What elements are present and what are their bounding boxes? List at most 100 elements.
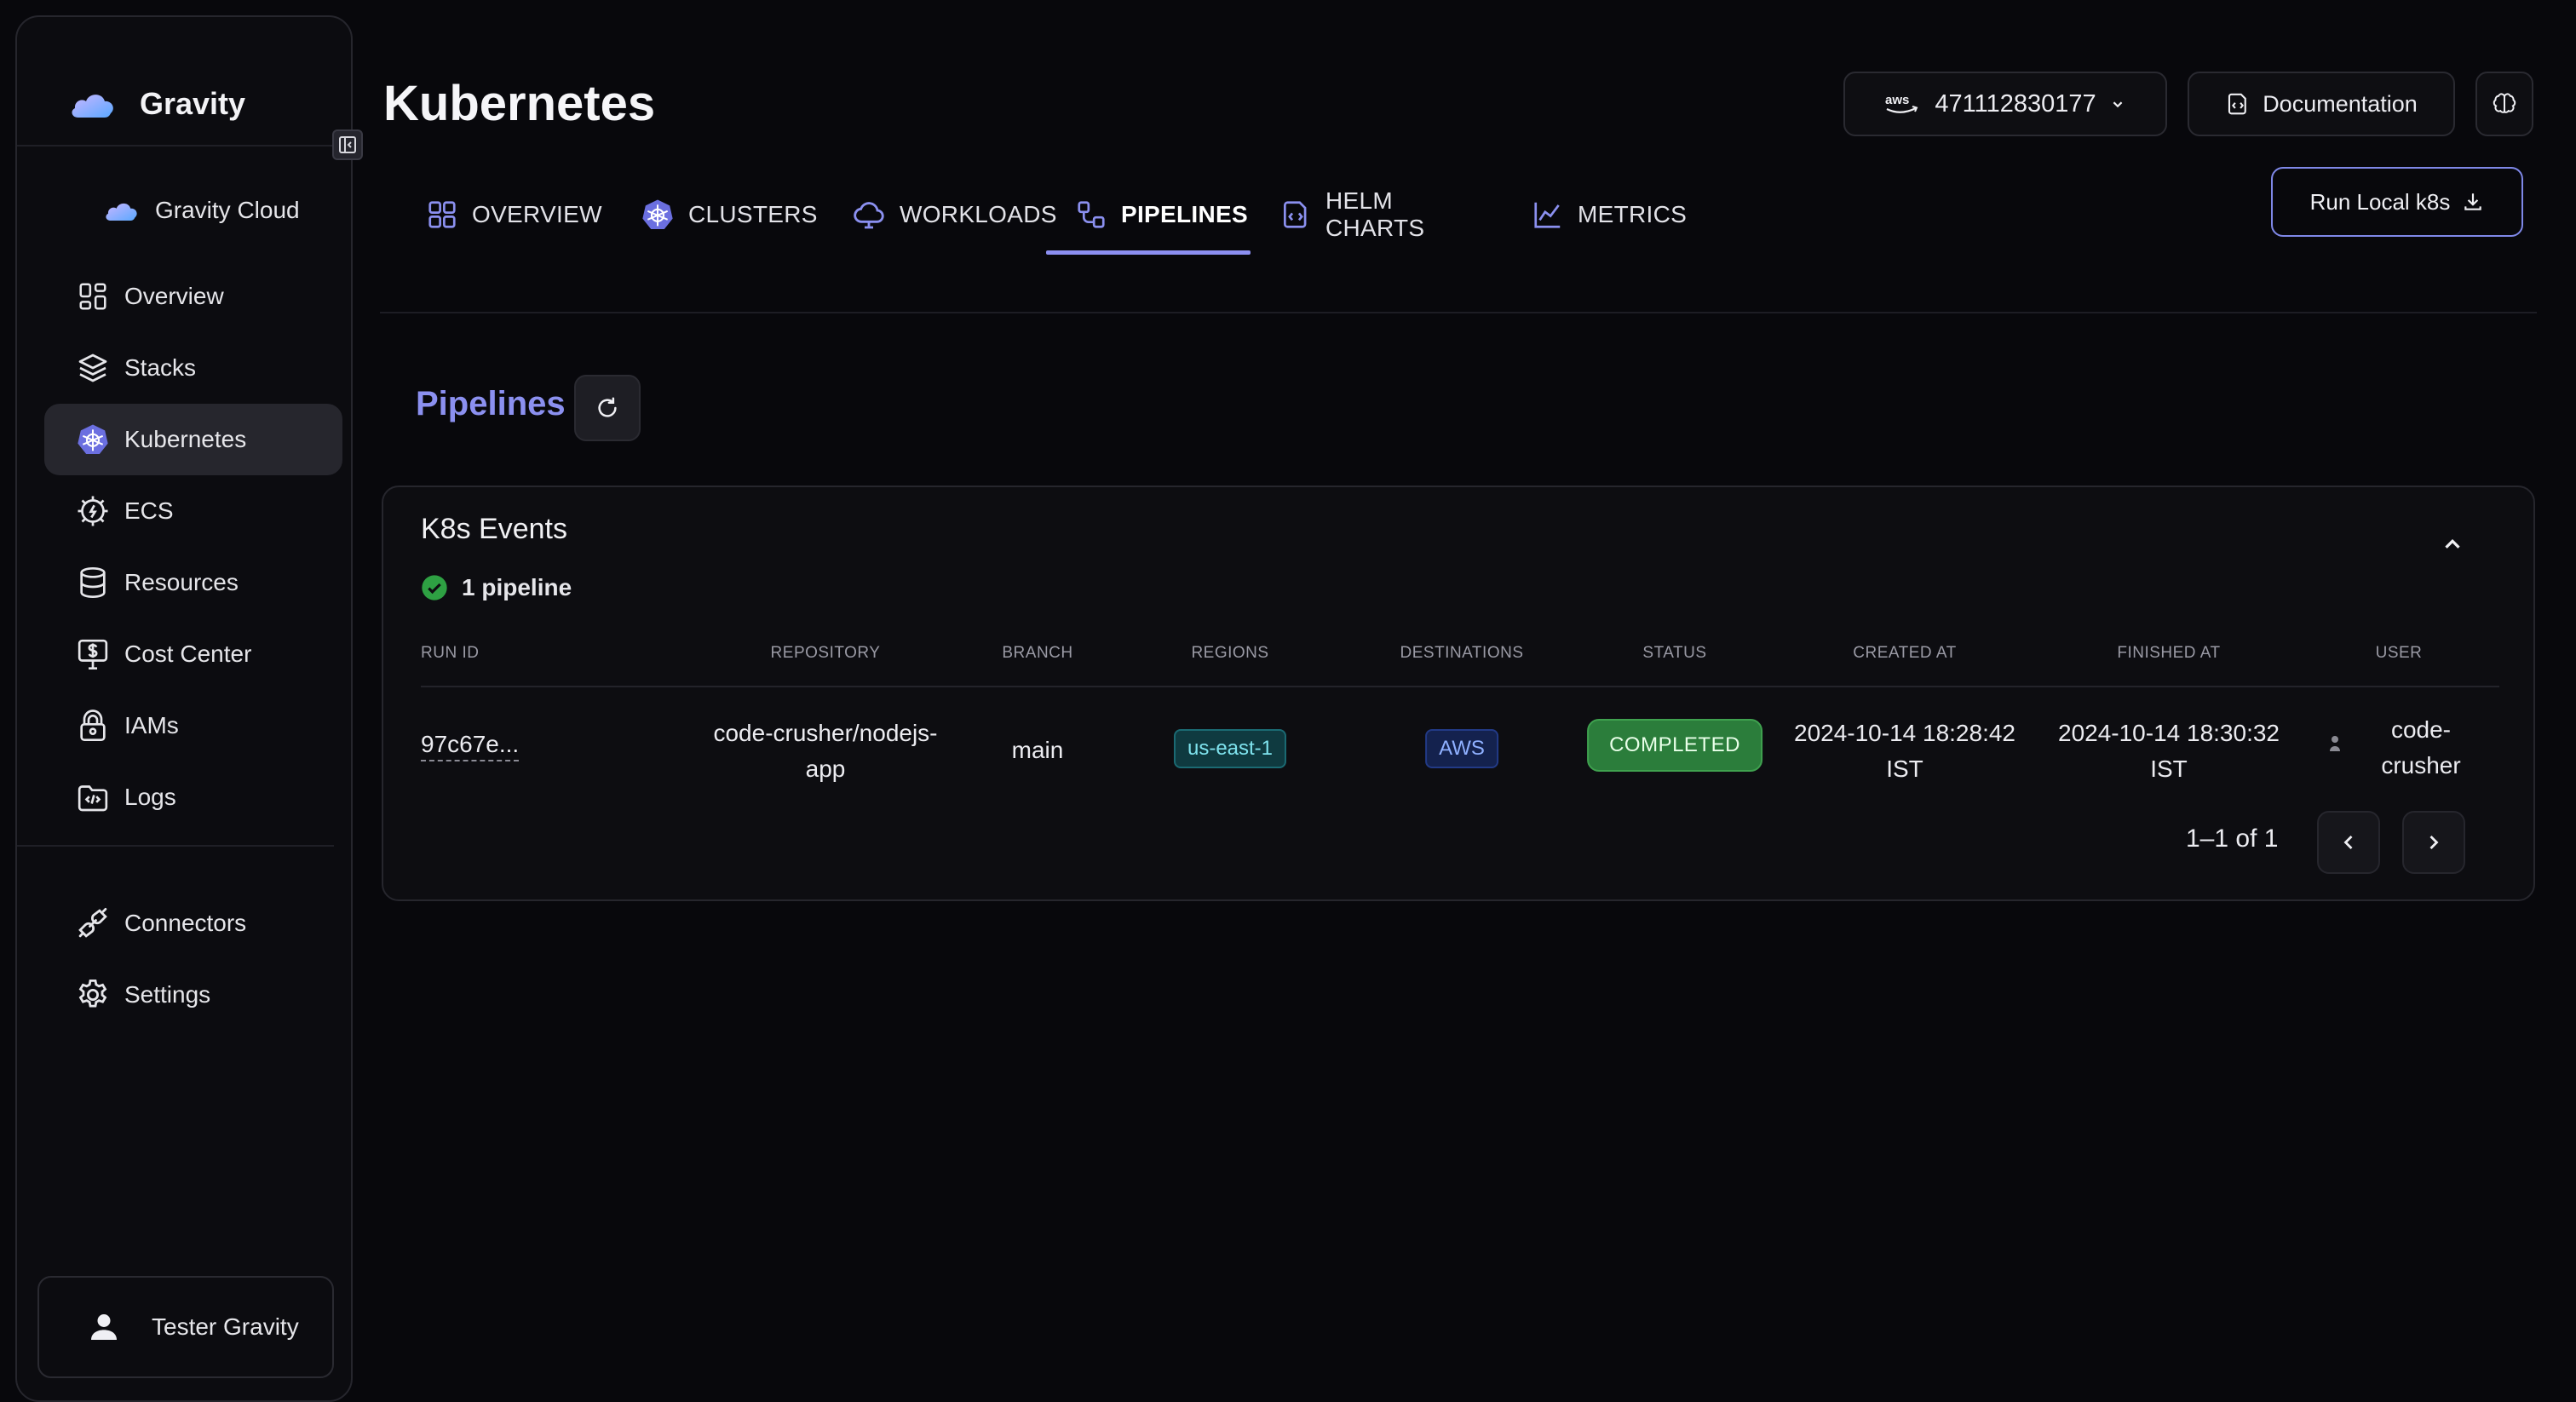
- sidebar-item-label: Logs: [124, 784, 176, 810]
- check-circle-icon: [421, 574, 448, 601]
- header-divider: [380, 312, 2537, 313]
- section-title: Pipelines: [416, 385, 566, 422]
- account-id: 471112830177: [1935, 89, 2096, 118]
- run-id-link[interactable]: 97c67e...: [421, 729, 520, 761]
- gravity-cloud-logo-icon: [68, 87, 116, 121]
- feedback-button[interactable]: [2475, 72, 2533, 136]
- workspace-cloud-icon: [102, 198, 140, 223]
- grid-icon: [426, 198, 458, 231]
- sidebar-nav: Overview Stacks Kubernetes ECS Resources: [44, 261, 342, 833]
- chevron-down-icon: [2108, 95, 2127, 113]
- tab-overview[interactable]: OVERVIEW: [407, 182, 622, 247]
- sidebar-item-label: Kubernetes: [124, 426, 247, 452]
- user-cell: code- crusher: [2381, 712, 2460, 784]
- card-title: K8s Events: [421, 513, 567, 545]
- sidebar-item-label: Cost Center: [124, 641, 252, 667]
- sidebar-item-label: ECS: [124, 497, 174, 524]
- user-avatar-icon: [87, 1310, 121, 1344]
- created-at-line: 2024-10-14 18:28:42: [1794, 720, 2015, 746]
- tab-pipelines[interactable]: PIPELINES: [1056, 182, 1261, 247]
- chart-icon: [1532, 198, 1564, 231]
- next-page-button[interactable]: [2402, 811, 2465, 874]
- pipeline-count-label: 1 pipeline: [462, 574, 572, 600]
- sidebar-item-stacks[interactable]: Stacks: [44, 332, 342, 404]
- tab-workloads[interactable]: WORKLOADS: [833, 182, 1056, 247]
- col-header-user: USER: [2375, 644, 2423, 662]
- sidebar: Gravity Gravity Cloud Overview Stacks Ku…: [15, 15, 353, 1402]
- documentation-icon: [2225, 91, 2251, 117]
- refresh-button[interactable]: [574, 375, 641, 441]
- sidebar-item-ecs[interactable]: ECS: [44, 475, 342, 547]
- stacks-layers-icon: [75, 350, 111, 386]
- sidebar-item-connectors[interactable]: Connectors: [44, 888, 342, 959]
- status-badge: COMPLETED: [1587, 719, 1762, 772]
- col-header-finished-at: FINISHED AT: [2117, 644, 2221, 662]
- previous-page-button[interactable]: [2317, 811, 2380, 874]
- user-avatar-icon: [2329, 734, 2341, 753]
- col-header-destinations: DESTINATIONS: [1400, 644, 1524, 662]
- col-header-repository: REPOSITORY: [770, 644, 881, 662]
- tab-helm-charts[interactable]: HELM CHARTS: [1261, 182, 1513, 247]
- sidebar-item-label: IAMs: [124, 712, 179, 738]
- branch-cell: main: [1011, 737, 1064, 763]
- collapse-card-button[interactable]: [2440, 531, 2465, 557]
- collapse-left-icon: [337, 135, 358, 155]
- run-local-label: Run Local k8s: [2309, 188, 2451, 215]
- sidebar-item-label: Resources: [124, 569, 239, 595]
- created-at-cell: 2024-10-14 18:28:42 IST: [1794, 715, 2015, 787]
- kubernetes-icon: [641, 198, 675, 232]
- workspace-selector[interactable]: Gravity Cloud: [102, 187, 300, 233]
- sidebar-item-resources[interactable]: Resources: [44, 547, 342, 618]
- sidebar-item-settings[interactable]: Settings: [44, 959, 342, 1031]
- svg-text:aws: aws: [1885, 93, 1909, 107]
- table-header-divider: [421, 686, 2499, 687]
- code-folder-icon: [75, 779, 111, 815]
- overview-grid-icon: [75, 279, 111, 314]
- run-local-k8s-button[interactable]: Run Local k8s: [2271, 167, 2523, 237]
- chevron-up-icon: [2440, 531, 2465, 557]
- tab-label: CLUSTERS: [688, 201, 818, 227]
- pipeline-icon: [1075, 198, 1107, 231]
- user-line: code-: [2390, 716, 2452, 743]
- finished-at-cell: 2024-10-14 18:30:32 IST: [2058, 715, 2280, 787]
- repository-line: code-crusher/nodejs-: [713, 720, 938, 746]
- sidebar-item-label: Stacks: [124, 354, 197, 381]
- sidebar-collapse-button[interactable]: [332, 129, 363, 160]
- pipelines-card: K8s Events 1 pipeline RUN ID REPOSITORY …: [382, 486, 2535, 901]
- aws-account-selector[interactable]: aws 471112830177: [1843, 72, 2167, 136]
- documentation-button[interactable]: Documentation: [2188, 72, 2455, 136]
- brand[interactable]: Gravity: [68, 70, 245, 138]
- col-header-created-at: CREATED AT: [1853, 644, 1957, 662]
- sidebar-divider: [17, 845, 334, 847]
- sidebar-item-overview[interactable]: Overview: [44, 261, 342, 332]
- user-name: Tester Gravity: [152, 1313, 299, 1340]
- user-profile[interactable]: Tester Gravity: [37, 1276, 334, 1378]
- sidebar-item-logs[interactable]: Logs: [44, 761, 342, 833]
- app-name: Gravity: [140, 86, 246, 121]
- sidebar-item-label: Overview: [124, 283, 224, 309]
- tab-label: METRICS: [1578, 201, 1688, 227]
- lock-icon: [75, 708, 111, 744]
- col-header-run-id: RUN ID: [421, 644, 480, 662]
- brain-icon: [2493, 92, 2516, 116]
- destination-badge: AWS: [1425, 729, 1498, 768]
- tab-clusters[interactable]: CLUSTERS: [622, 182, 833, 247]
- sidebar-item-cost-center[interactable]: Cost Center: [44, 618, 342, 690]
- download-icon: [2462, 191, 2484, 213]
- cloud-icon: [852, 198, 886, 232]
- region-badge: us-east-1: [1173, 729, 1287, 768]
- workspace-name: Gravity Cloud: [155, 197, 300, 223]
- col-header-regions: REGIONS: [1191, 644, 1269, 662]
- pipeline-count: 1 pipeline: [421, 574, 572, 601]
- finished-at-line: IST: [2150, 756, 2188, 782]
- col-header-branch: BRANCH: [1002, 644, 1073, 662]
- sidebar-item-iams[interactable]: IAMs: [44, 690, 342, 761]
- sidebar-item-label: Settings: [124, 981, 211, 1008]
- tab-metrics[interactable]: METRICS: [1513, 182, 1700, 247]
- col-header-status: STATUS: [1642, 644, 1707, 662]
- page-title: Kubernetes: [383, 76, 656, 131]
- kubernetes-icon: [75, 422, 111, 457]
- finished-at-line: 2024-10-14 18:30:32: [2058, 720, 2280, 746]
- sidebar-item-kubernetes[interactable]: Kubernetes: [44, 404, 342, 475]
- tab-label: OVERVIEW: [472, 201, 602, 227]
